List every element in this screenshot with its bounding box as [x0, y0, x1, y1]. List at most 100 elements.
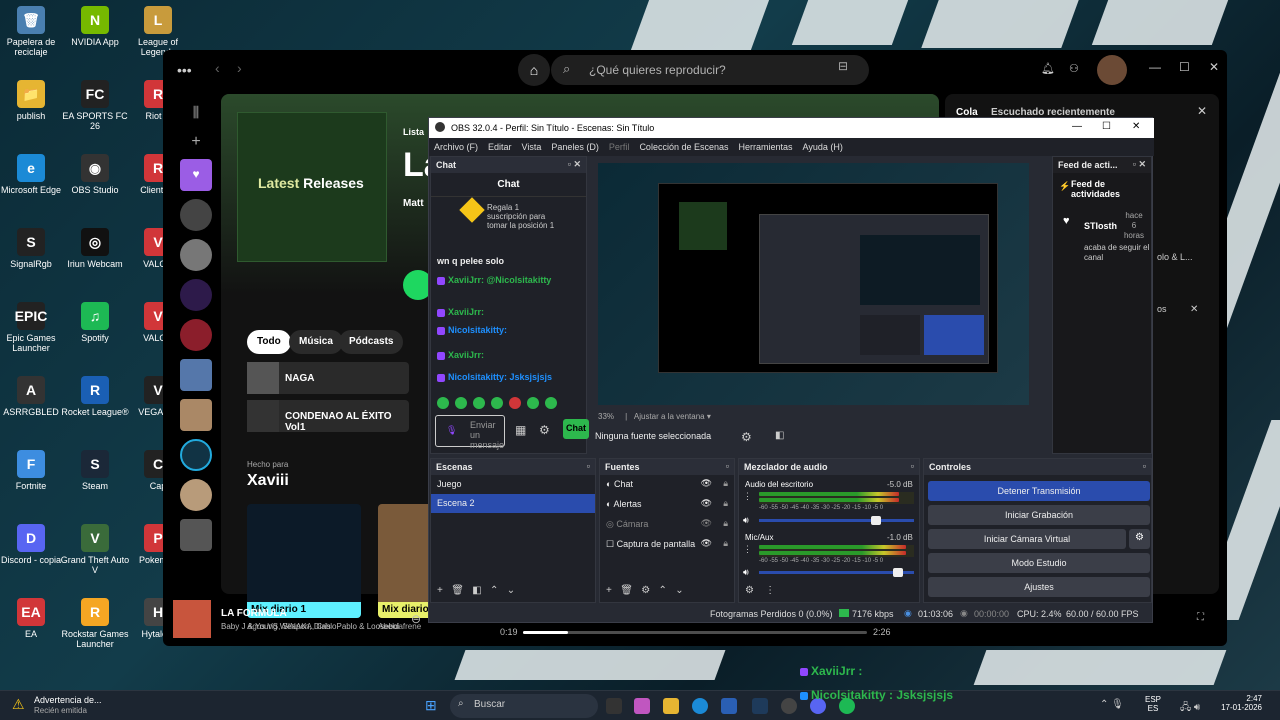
down-icon[interactable]: ⌄ — [507, 585, 515, 596]
fullscreen-icon[interactable]: ⛶ — [1197, 612, 1204, 623]
file-explorer-icon[interactable] — [663, 698, 679, 714]
store-icon[interactable]: ▦ — [515, 423, 526, 437]
network-icon[interactable]: 🖧︎ 🔊︎ — [1180, 700, 1200, 717]
gear-icon[interactable]: ⚙ — [641, 585, 650, 596]
playlist-cover[interactable]: Latest Releases — [237, 112, 387, 262]
shortcut-card[interactable]: NAGA — [247, 362, 409, 394]
filter-all[interactable]: Todo — [247, 330, 291, 354]
menu-item[interactable]: Ayuda (H) — [798, 138, 848, 156]
friends-icon[interactable]: ⚇ — [1069, 62, 1079, 75]
more-icon[interactable]: ••• — [177, 62, 192, 78]
gift-sub-text[interactable]: Regala 1 suscripción para tomar la posic… — [487, 203, 561, 230]
mic-icon[interactable]: 🎙 — [446, 425, 457, 435]
shortcut-card[interactable]: CONDENAO AL ÉXITO Vol1 — [247, 400, 409, 433]
close-icon[interactable]: ▫ ✕ — [568, 159, 581, 170]
gear-icon[interactable]: ⚙ — [741, 430, 752, 444]
menu-dots-icon[interactable]: ⋮ — [765, 585, 775, 596]
library-item[interactable] — [180, 519, 212, 551]
volume-slider[interactable] — [759, 516, 914, 525]
maximize-icon[interactable]: ☐ — [1179, 60, 1190, 74]
task-view-icon[interactable] — [606, 698, 622, 714]
undock-icon[interactable]: ▫ — [911, 461, 914, 471]
lock-icon[interactable]: 🔒︎ — [723, 538, 728, 549]
lock-icon[interactable]: 🔒︎ — [723, 518, 728, 529]
search-input[interactable]: ⌕ ¿Qué quieres reproducir? — [551, 55, 869, 85]
forward-icon[interactable]: › — [237, 60, 242, 76]
zoom-control[interactable]: 33% | Ajustar a la ventana ▾ — [598, 412, 711, 421]
scene-item[interactable]: Juego — [431, 475, 595, 494]
library-item[interactable] — [180, 319, 212, 351]
feed-user[interactable]: STIosth — [1084, 221, 1117, 231]
speaker-icon[interactable]: 🔊︎ — [743, 515, 749, 526]
virtual-camera-settings-icon[interactable]: ⚙ — [1129, 529, 1150, 549]
menu-item[interactable]: Paneles (D) — [546, 138, 604, 156]
menu-item[interactable]: Colección de Escenas — [634, 138, 733, 156]
eye-icon[interactable]: 👁︎ — [701, 478, 712, 489]
settings-button[interactable]: Ajustes — [928, 577, 1150, 597]
dismiss-icon[interactable]: ✕ — [1190, 304, 1198, 315]
up-icon[interactable]: ⌃ — [490, 585, 498, 596]
tray-icons[interactable]: ⌃ 🎙︎ — [1100, 699, 1124, 710]
source-item[interactable]: ☐ Captura de pantalla 👁︎ 🔒︎ — [600, 535, 734, 555]
library-item[interactable] — [180, 239, 212, 271]
now-playing-cover[interactable] — [173, 600, 211, 638]
close-icon[interactable]: ✕ — [1132, 121, 1140, 132]
filter-podcasts[interactable]: Pódcasts — [339, 330, 404, 354]
stop-stream-button[interactable]: Detener Transmisión — [928, 481, 1150, 501]
undock-icon[interactable]: ▫ — [1143, 461, 1146, 471]
trash-icon[interactable]: 🗑︎ — [451, 585, 464, 596]
add-icon[interactable]: + — [171, 121, 221, 151]
close-icon[interactable]: ✕ — [1209, 60, 1219, 74]
undock-icon[interactable]: ▫ — [726, 461, 729, 471]
minimize-icon[interactable]: — — [1072, 121, 1082, 132]
filter-music[interactable]: Música — [289, 330, 343, 354]
menu-item[interactable]: Herramientas — [734, 138, 798, 156]
source-item[interactable]: ◐ Alertas 👁︎ 🔒︎ — [600, 495, 734, 515]
eye-icon[interactable]: 👁︎ — [701, 498, 712, 509]
up-icon[interactable]: ⌃ — [659, 585, 667, 596]
volume-handle[interactable] — [893, 568, 903, 577]
close-panel-icon[interactable]: ✕ — [1197, 104, 1207, 118]
add-icon[interactable]: + — [437, 585, 443, 596]
back-icon[interactable]: ‹ — [215, 60, 220, 76]
library-item[interactable] — [180, 359, 212, 391]
menu-dots-icon[interactable]: ⋮ — [743, 491, 752, 502]
maximize-icon[interactable]: ☐ — [1102, 121, 1111, 132]
chat-send-button[interactable]: Chat — [563, 419, 589, 439]
start-virtual-camera-button[interactable]: Iniciar Cámara Virtual — [928, 529, 1126, 549]
mix-card[interactable]: Mix diario 1 — [247, 504, 361, 618]
down-icon[interactable]: ⌄ — [675, 585, 683, 596]
source-item[interactable]: ◐ Chat 👁︎ 🔒︎ — [600, 475, 734, 495]
trash-icon[interactable]: 🗑︎ — [620, 585, 633, 596]
vegas-icon[interactable] — [752, 698, 768, 714]
library-item[interactable] — [180, 439, 212, 471]
gear-icon[interactable]: ⚙ — [539, 423, 550, 437]
library-item[interactable] — [180, 199, 212, 231]
bell-icon[interactable]: 🔔︎ — [1041, 62, 1055, 75]
minus-circle-icon[interactable]: ⊖ — [411, 612, 421, 626]
now-playing-artist[interactable]: Baby J & Young Weapon, DiabloPablo & Loo… — [221, 622, 399, 631]
app-icon[interactable] — [634, 698, 650, 714]
menu-item[interactable]: Perfil — [604, 138, 635, 156]
menu-dots-icon[interactable]: ⋮ — [743, 544, 752, 555]
browse-icon[interactable]: ⊟ — [838, 59, 848, 73]
menu-item[interactable]: Vista — [517, 138, 547, 156]
speaker-icon[interactable]: 🔊︎ — [743, 567, 749, 578]
liked-songs-icon[interactable]: ♥ — [180, 159, 212, 191]
clock[interactable]: 2:47 17-01-2026 — [1206, 694, 1262, 712]
source-item[interactable]: ◎ Cámara 👁︎ 🔒︎ — [600, 515, 734, 535]
studio-mode-button[interactable]: Modo Estudio — [928, 553, 1150, 573]
scene-item[interactable]: Escena 2 — [431, 494, 595, 513]
menu-item[interactable]: Archivo (F) — [429, 138, 483, 156]
home-button[interactable]: ⌂ — [518, 54, 550, 86]
eye-hidden-icon[interactable]: 👁︎ — [701, 518, 712, 529]
profile-avatar[interactable] — [1097, 55, 1127, 85]
language-indicator[interactable]: ESP ES — [1145, 695, 1161, 713]
filter-icon[interactable]: ◧ — [472, 585, 481, 596]
library-icon[interactable]: ⫼ — [171, 94, 221, 121]
windows-start-icon[interactable]: ⊞ — [425, 697, 441, 713]
lock-icon[interactable]: 🔒︎ — [723, 478, 728, 489]
gear-icon[interactable]: ⚙ — [745, 585, 754, 596]
eye-icon[interactable]: 👁︎ — [701, 538, 712, 549]
obs-icon[interactable] — [781, 698, 797, 714]
